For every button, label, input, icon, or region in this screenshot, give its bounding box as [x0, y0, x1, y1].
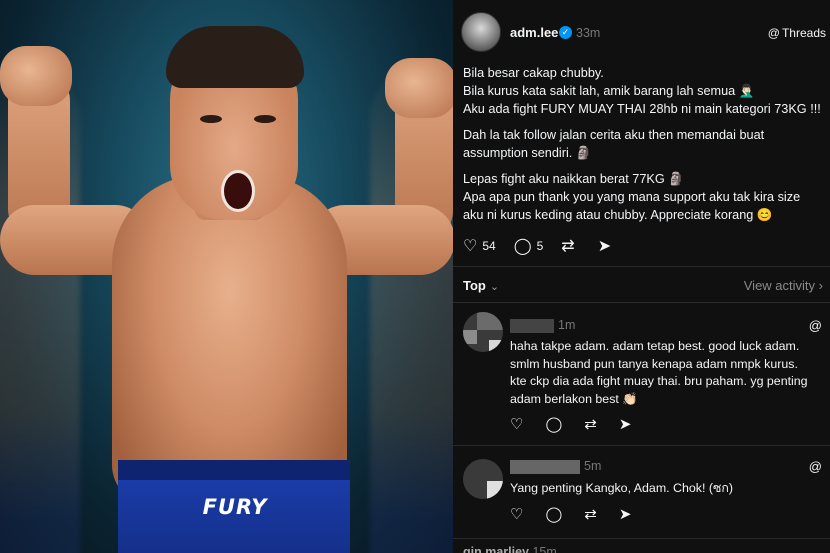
shorts-waistband [118, 460, 350, 480]
comment-time: 5m [584, 459, 602, 473]
threads-logo-icon[interactable]: @ [809, 459, 822, 474]
next-comment-time: 15m [532, 545, 557, 553]
comment-avatar[interactable] [463, 312, 503, 352]
post-actions: ♡ 54 ◯ 5 ⇄ ➤ [463, 236, 634, 256]
threads-logo-icon: @ [767, 26, 780, 40]
comment-line: haha takpe adam. adam tetap best. good l… [510, 339, 800, 353]
comment-icon[interactable]: ◯ [545, 415, 562, 433]
share-icon[interactable]: ➤ [619, 505, 632, 523]
threads-panel: adm.lee ✓ 33m @ Threads Bila besar cakap … [453, 0, 830, 553]
redacted-username [510, 459, 580, 474]
sort-dropdown[interactable]: Top ⌄ [463, 278, 499, 293]
avatar[interactable] [461, 12, 501, 52]
repost-button[interactable]: ⇄ [561, 236, 579, 256]
verified-badge-icon: ✓ [559, 26, 572, 39]
next-comment-preview[interactable]: gin.marliey 15m [463, 545, 557, 553]
avatar-mosaic [487, 481, 503, 499]
sort-bar: Top ⌄ View activity › [463, 278, 823, 293]
comment-actions: ♡ ◯ ⇄ ➤ [510, 415, 653, 433]
like-button[interactable]: ♡ 54 [463, 236, 496, 256]
threads-link[interactable]: @ Threads [768, 26, 826, 40]
share-icon: ➤ [597, 238, 612, 255]
mouth [221, 170, 255, 212]
redacted-username [510, 318, 554, 333]
heart-icon: ♡ [463, 238, 478, 255]
comment-text: haha takpe adam. adam tetap best. good l… [510, 338, 825, 408]
divider [453, 538, 830, 539]
avatar-mosaic [463, 330, 477, 344]
heart-icon[interactable]: ♡ [510, 415, 523, 433]
post-line: Bila kurus kata sakit lah, amik barang l… [463, 84, 755, 98]
post-time: 33m [576, 26, 601, 40]
threads-label: Threads [781, 26, 826, 40]
post-username[interactable]: adm.lee [510, 25, 558, 40]
divider [453, 445, 830, 446]
post-line: Aku ada fight FURY MUAY THAI 28hb ni mai… [463, 102, 821, 116]
comment-username[interactable]: 1m [510, 318, 575, 333]
sort-label: Top [463, 278, 486, 293]
divider [453, 302, 830, 303]
shorts-logo: FURY [202, 495, 268, 519]
share-button[interactable]: ➤ [598, 236, 616, 256]
avatar-mosaic [477, 312, 503, 330]
like-count: 54 [482, 239, 496, 253]
eye-left [200, 115, 222, 123]
post-line: Apa apa pun thank you yang mana support … [463, 190, 801, 204]
post-line: assumption sendiri. 🗿 [463, 146, 592, 160]
post-line: aku ni kurus keding atau chubby. Appreci… [463, 208, 773, 222]
fist-right [385, 58, 453, 118]
repost-icon[interactable]: ⇄ [584, 505, 597, 523]
comment: 5m @ Yang penting Kangko, Adam. Chok! (ซ… [453, 455, 830, 535]
view-activity-link[interactable]: View activity › [744, 278, 823, 293]
heart-icon[interactable]: ♡ [510, 505, 523, 523]
torso [112, 175, 347, 505]
comment: 1m @ haha takpe adam. adam tetap best. g… [453, 312, 830, 442]
post-header: adm.lee ✓ 33m @ Threads [453, 12, 830, 54]
comment-icon: ◯ [513, 238, 532, 255]
comment-line: Yang penting Kangko, Adam. Chok! (ซก) [510, 481, 734, 495]
post-image[interactable]: FURY [0, 0, 453, 553]
comment-line: kte ckp dia ada fight muay thai. bru pah… [510, 374, 808, 388]
post-body: Bila besar cakap chubby. Bila kurus kata… [463, 64, 823, 224]
comment-username[interactable]: 5m [510, 459, 601, 474]
avatar-mosaic [489, 340, 503, 352]
comment-avatar[interactable] [463, 459, 503, 499]
post-line: Dah la tak follow jalan cerita aku then … [463, 128, 765, 142]
comment-text: Yang penting Kangko, Adam. Chok! (ซก) [510, 480, 825, 498]
post-line: Lepas fight aku naikkan berat 77KG 🗿 [463, 172, 685, 186]
comment-icon[interactable]: ◯ [545, 505, 562, 523]
comment-time: 1m [558, 318, 576, 332]
eye-right [254, 115, 276, 123]
reply-count: 5 [536, 239, 544, 253]
chevron-down-icon: ⌄ [489, 281, 500, 293]
post-line: Bila besar cakap chubby. [463, 66, 604, 80]
next-comment-username: gin.marliey [463, 545, 529, 553]
threads-logo-icon[interactable]: @ [809, 318, 822, 333]
divider [453, 266, 830, 267]
reply-button[interactable]: ◯ 5 [514, 236, 544, 256]
fist-left [0, 46, 72, 106]
share-icon[interactable]: ➤ [619, 415, 632, 433]
repost-icon[interactable]: ⇄ [584, 415, 597, 433]
view-activity-label: View activity [743, 278, 816, 293]
comment-line: adam berlakon best 👏🏻 [510, 391, 638, 406]
hair [166, 26, 304, 88]
repost-icon: ⇄ [561, 238, 575, 255]
comment-actions: ♡ ◯ ⇄ ➤ [510, 505, 653, 523]
comment-line: smlm husband pun tanya kenapa adam nmpk … [510, 356, 798, 371]
